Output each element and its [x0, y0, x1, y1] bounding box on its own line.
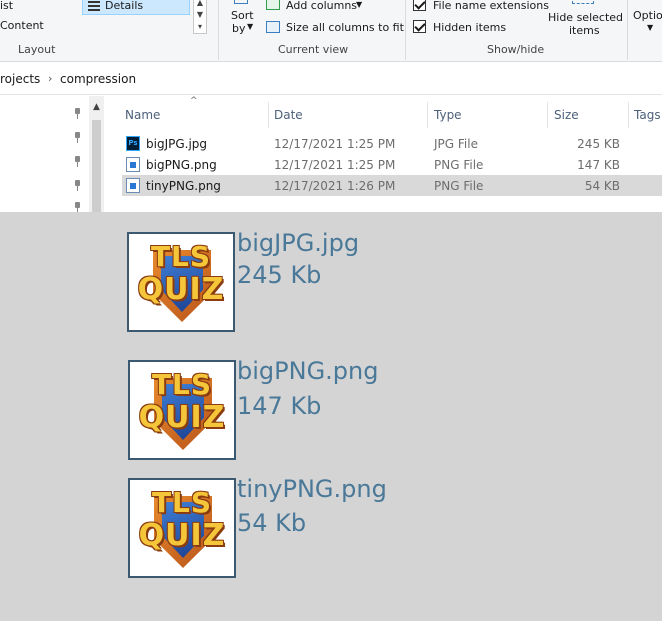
show-hide-group-label: Show/hide	[487, 43, 545, 56]
file-row[interactable]: bigPNG.png 12/17/2021 1:25 PM PNG File 1…	[122, 154, 662, 175]
hidden-items-label: Hidden items	[433, 21, 507, 34]
gallery-more-icon[interactable]: ▾	[194, 21, 206, 33]
file-name-extensions-label: File name extensions	[433, 0, 549, 12]
gallery-down-arrow-icon[interactable]: ▼	[194, 9, 206, 21]
pin-icon[interactable]	[72, 180, 82, 192]
scrollbar-thumb[interactable]	[92, 120, 101, 212]
column-header-name[interactable]: Name	[125, 108, 160, 122]
file-name: tinyPNG.png	[146, 179, 221, 193]
sort-by-button[interactable]: Sort by ▼	[225, 0, 257, 40]
ribbon-divider	[627, 0, 628, 60]
add-columns-dropdown-icon: ▼	[356, 0, 363, 9]
file-size: 245 KB	[577, 137, 620, 151]
logo-text-line1: TLS	[150, 240, 212, 273]
file-type: PNG File	[434, 179, 484, 193]
file-date: 12/17/2021 1:26 PM	[274, 179, 396, 193]
logo-text-line2: QUIZ	[137, 272, 225, 307]
file-name: bigPNG.png	[146, 158, 217, 172]
hide-selected-icon	[572, 0, 594, 4]
photoshop-icon: Ps	[126, 136, 140, 151]
layout-group-label: Layout	[18, 43, 56, 56]
file-size: 54 KB	[584, 179, 620, 193]
file-date: 12/17/2021 1:25 PM	[274, 158, 396, 172]
logo-text-line1: TLS	[151, 368, 213, 401]
sort-by-label: by	[232, 22, 246, 35]
pin-icon[interactable]	[72, 108, 82, 120]
column-header-type[interactable]: Type	[434, 108, 462, 122]
preview-size: 147 Kb	[237, 392, 322, 420]
column-header-tags[interactable]: Tags	[634, 108, 661, 122]
logo-text-line2: QUIZ	[138, 518, 226, 553]
file-row-selected[interactable]: tinyPNG.png 12/17/2021 1:26 PM PNG File …	[122, 175, 662, 196]
details-label: Details	[105, 0, 144, 12]
address-bar[interactable]: rojects › compression	[0, 63, 662, 95]
column-divider[interactable]	[427, 102, 428, 128]
file-date: 12/17/2021 1:25 PM	[274, 137, 396, 151]
gallery-up-arrow-icon[interactable]: ▲	[194, 0, 206, 9]
layout-content-option[interactable]: Content	[0, 19, 44, 32]
logo-text-line1: TLS	[151, 486, 213, 519]
hide-selected-label-line2: items	[569, 24, 600, 37]
preview-filename: bigJPG.jpg	[237, 229, 360, 257]
layout-list-option[interactable]: ist	[0, 0, 13, 12]
column-divider[interactable]	[268, 102, 269, 128]
add-columns-icon	[266, 0, 280, 10]
breadcrumb-current[interactable]: compression	[60, 72, 136, 86]
file-size: 147 KB	[577, 158, 620, 172]
size-columns-icon	[266, 21, 280, 33]
hide-selected-label-line1: Hide selected	[548, 11, 624, 24]
logo-text-line2: QUIZ	[138, 400, 226, 435]
ribbon: ist Content Details ▲ ▼ ▾ Layout Sort by…	[0, 0, 662, 62]
breadcrumb-parent[interactable]: rojects	[0, 72, 40, 86]
options-dropdown-icon: ▼	[647, 23, 654, 32]
png-file-icon	[126, 178, 140, 193]
layout-gallery-scroll[interactable]: ▲ ▼ ▾	[193, 0, 207, 34]
column-header-date[interactable]: Date	[274, 108, 303, 122]
navigation-scrollbar[interactable]: ▲	[89, 96, 104, 212]
pin-icon[interactable]	[72, 132, 82, 144]
size-all-columns-button[interactable]: Size all columns to fit	[266, 19, 406, 37]
layout-details-option[interactable]: Details	[82, 0, 190, 15]
hidden-items-toggle[interactable]: Hidden items	[413, 19, 543, 37]
preview-filename: bigPNG.png	[237, 357, 379, 385]
column-divider[interactable]	[628, 102, 629, 128]
tls-quiz-logo-thumbnail: TLS QUIZ	[127, 232, 235, 332]
size-all-columns-label: Size all columns to fit	[286, 21, 404, 34]
navigation-pane: ▲	[0, 96, 104, 213]
file-type: JPG File	[434, 137, 478, 151]
file-name-extensions-checkbox[interactable]	[413, 0, 426, 11]
sort-label: Sort	[231, 9, 254, 22]
pin-icon[interactable]	[72, 156, 82, 168]
png-file-icon	[126, 157, 140, 172]
preview-filename: tinyPNG.png	[237, 475, 387, 503]
add-columns-label: Add columns	[286, 0, 358, 12]
preview-size: 54 Kb	[237, 509, 307, 537]
file-name: bigJPG.jpg	[146, 137, 208, 151]
tls-quiz-logo-thumbnail: TLS QUIZ	[128, 360, 236, 460]
file-row[interactable]: Ps bigJPG.jpg 12/17/2021 1:25 PM JPG Fil…	[122, 133, 662, 154]
image-preview-area: TLS QUIZ bigJPG.jpg 245 Kb TLS QUIZ bigP…	[0, 212, 662, 621]
breadcrumb-chevron-icon[interactable]: ›	[48, 72, 52, 85]
add-columns-button[interactable]: Add columns ▼	[266, 0, 406, 14]
file-type: PNG File	[434, 158, 484, 172]
hide-selected-items-button[interactable]: Hide selected items	[546, 0, 624, 40]
file-name-extensions-toggle[interactable]: File name extensions	[413, 0, 549, 14]
options-button[interactable]: Optio ▼	[632, 6, 662, 36]
column-divider[interactable]	[547, 102, 548, 128]
preview-size: 245 Kb	[237, 261, 322, 289]
sort-ascending-icon: ^	[190, 96, 198, 106]
options-label: Optio	[633, 9, 662, 22]
hidden-items-checkbox[interactable]	[413, 20, 426, 33]
ribbon-divider	[405, 0, 406, 60]
current-view-group-label: Current view	[278, 43, 349, 56]
ribbon-divider	[218, 0, 219, 60]
scroll-up-icon[interactable]: ▲	[89, 102, 104, 112]
sort-icon	[234, 0, 248, 4]
tls-quiz-logo-thumbnail: TLS QUIZ	[128, 478, 236, 578]
column-header-size[interactable]: Size	[554, 108, 579, 122]
sort-dropdown-icon: ▼	[247, 22, 254, 31]
details-view-icon	[88, 1, 100, 11]
file-list: ^ Name Date Type Size Tags Ps bigJPG.jpg…	[104, 96, 662, 212]
